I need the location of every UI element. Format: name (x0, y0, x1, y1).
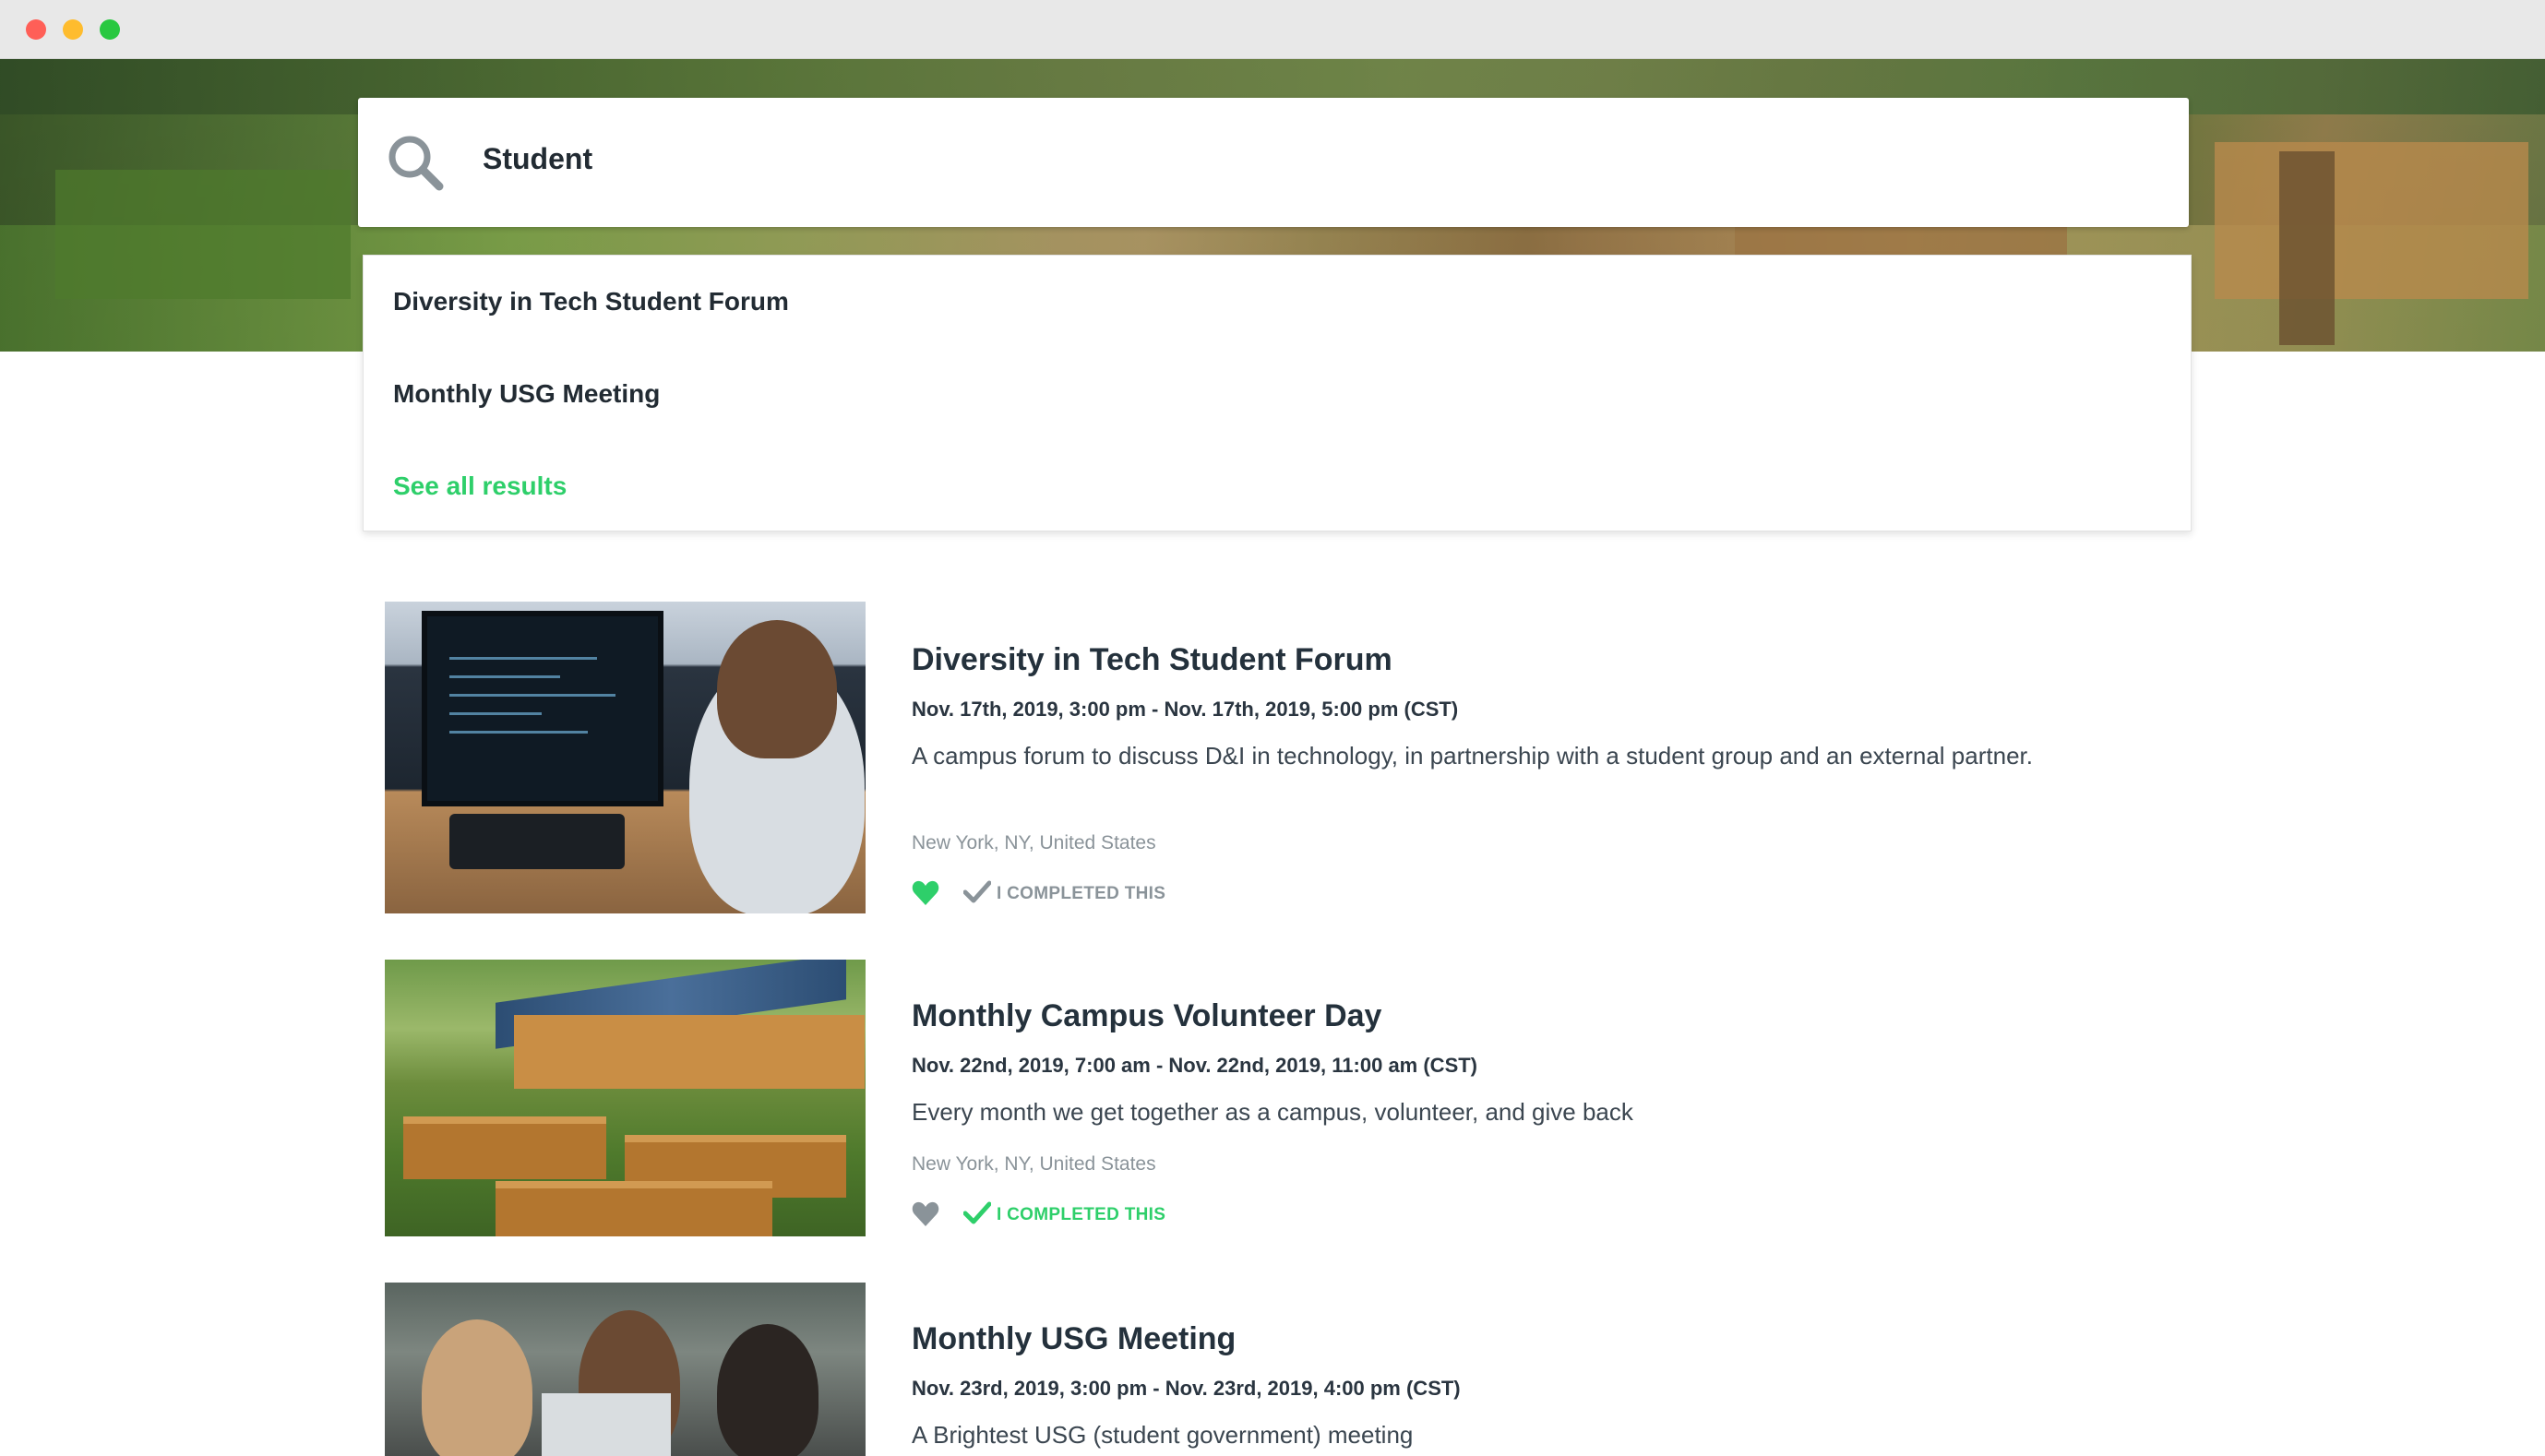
event-description: A Brightest USG (student government) mee… (912, 1421, 1414, 1449)
event-thumbnail[interactable] (385, 602, 866, 913)
window-titlebar (0, 0, 2545, 59)
window-zoom-button[interactable] (100, 19, 120, 40)
event-date: Nov. 22nd, 2019, 7:00 am - Nov. 22nd, 20… (912, 1054, 1478, 1077)
search-icon (388, 136, 444, 191)
event-description: Every month we get together as a campus,… (912, 1098, 1633, 1126)
check-icon[interactable] (963, 880, 991, 904)
check-icon[interactable] (963, 1201, 991, 1225)
search-input[interactable]: Student (483, 142, 592, 176)
see-all-results-link[interactable]: See all results (393, 471, 567, 501)
window-minimize-button[interactable] (63, 19, 83, 40)
event-title[interactable]: Diversity in Tech Student Forum (912, 642, 1392, 678)
suggestion-item[interactable]: Diversity in Tech Student Forum (393, 287, 789, 316)
event-date: Nov. 23rd, 2019, 3:00 pm - Nov. 23rd, 20… (912, 1377, 1461, 1400)
event-thumbnail[interactable] (385, 960, 866, 1236)
event-title[interactable]: Monthly Campus Volunteer Day (912, 998, 1381, 1034)
heart-icon[interactable] (912, 880, 939, 906)
event-actions: I COMPLETED THIS (912, 880, 1281, 908)
event-thumbnail[interactable] (385, 1283, 866, 1456)
suggestion-item[interactable]: Monthly USG Meeting (393, 379, 660, 409)
heart-icon[interactable] (912, 1201, 939, 1227)
event-location: New York, NY, United States (912, 832, 1156, 853)
event-description: A campus forum to discuss D&I in technol… (912, 742, 2033, 770)
event-location: New York, NY, United States (912, 1153, 1156, 1175)
window-close-button[interactable] (26, 19, 46, 40)
event-title[interactable]: Monthly USG Meeting (912, 1321, 1236, 1357)
search-suggestions-dropdown: Diversity in Tech Student Forum Monthly … (363, 255, 2192, 531)
search-bar[interactable]: Student (358, 98, 2189, 227)
i-completed-this-button[interactable]: I COMPLETED THIS (997, 884, 1165, 904)
event-date: Nov. 17th, 2019, 3:00 pm - Nov. 17th, 20… (912, 698, 1459, 721)
i-completed-this-button[interactable]: I COMPLETED THIS (997, 1205, 1165, 1225)
event-actions: I COMPLETED THIS (912, 1201, 1281, 1229)
